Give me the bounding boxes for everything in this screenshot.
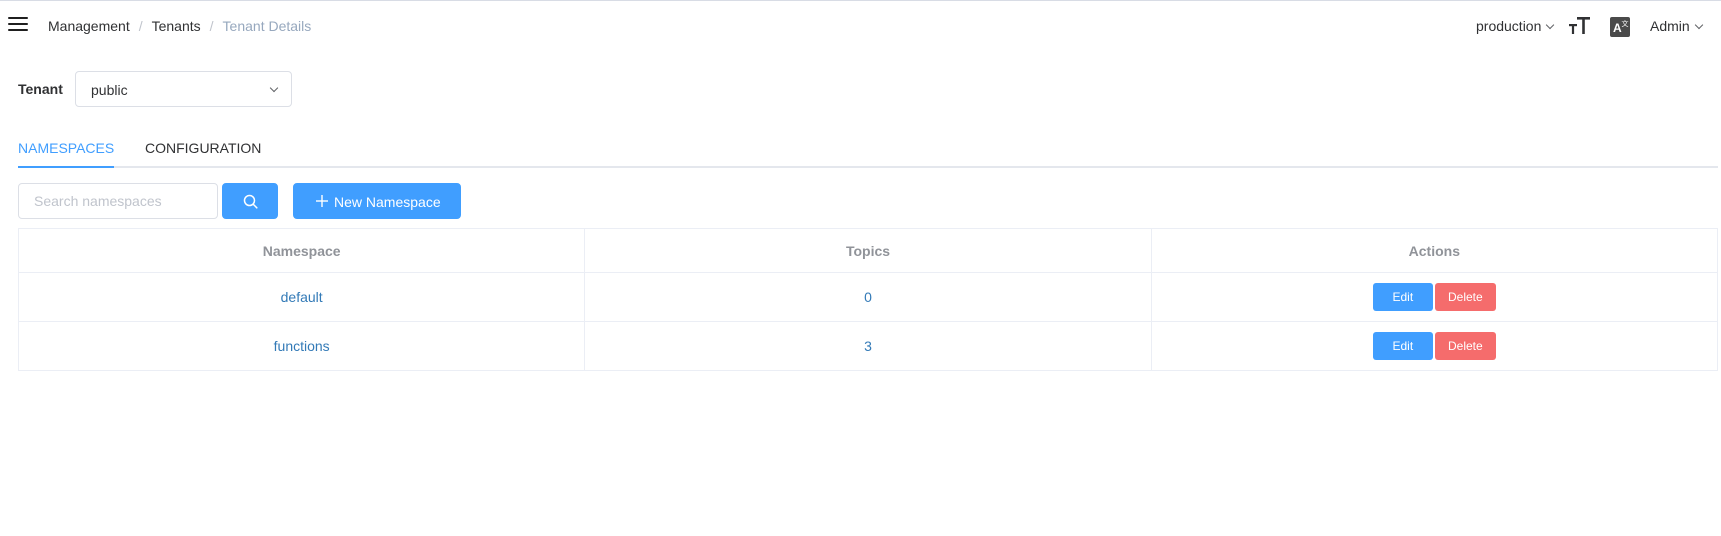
breadcrumb-tenant-details: Tenant Details	[222, 18, 312, 34]
table-row: default 0 Edit Delete	[17, 272, 1719, 322]
breadcrumb-management[interactable]: Management	[48, 18, 130, 34]
tab-divider	[18, 166, 1718, 168]
user-name: Admin	[1650, 18, 1690, 34]
search-icon	[243, 194, 258, 209]
environment-dropdown[interactable]: production	[1476, 18, 1555, 34]
tenant-label: Tenant	[18, 81, 63, 97]
breadcrumb: Management / Tenants / Tenant Details	[48, 18, 311, 34]
namespace-cell: default	[17, 272, 586, 322]
breadcrumb-tenants[interactable]: Tenants	[152, 18, 201, 34]
language-icon[interactable]: A 文	[1610, 17, 1630, 37]
tab-bar: NAMESPACES CONFIGURATION	[18, 126, 1718, 168]
active-tab-indicator	[18, 166, 114, 168]
column-header-topics: Topics	[584, 228, 1152, 273]
table-header-row: Namespace Topics Actions	[17, 228, 1719, 273]
actions-cell: Edit Delete	[1150, 272, 1719, 322]
tab-configuration[interactable]: CONFIGURATION	[145, 140, 261, 156]
topics-link[interactable]: 3	[864, 338, 872, 354]
navbar: Management / Tenants / Tenant Details produc…	[0, 1, 1721, 51]
namespace-cell: functions	[17, 321, 586, 371]
svg-text:文: 文	[1622, 19, 1629, 28]
actions-cell: Edit Delete	[1150, 321, 1719, 371]
table-row: functions 3 Edit Delete	[17, 321, 1719, 371]
environment-label: production	[1476, 18, 1542, 34]
namespace-link[interactable]: default	[281, 289, 323, 305]
search-button[interactable]	[222, 183, 278, 219]
user-dropdown[interactable]: Admin	[1650, 18, 1703, 34]
namespaces-table: Namespace Topics Actions default 0 Edit D…	[17, 228, 1719, 371]
new-namespace-button[interactable]: New Namespace	[293, 183, 461, 219]
delete-button[interactable]: Delete	[1434, 283, 1496, 311]
column-header-actions: Actions	[1150, 228, 1719, 273]
chevron-down-icon	[1694, 20, 1703, 30]
namespace-link[interactable]: functions	[274, 338, 330, 354]
edit-button[interactable]: Edit	[1372, 283, 1433, 311]
search-input[interactable]	[18, 183, 218, 219]
topics-cell: 3	[584, 321, 1152, 371]
column-header-namespace: Namespace	[17, 228, 586, 273]
tenant-selected-value: public	[91, 82, 128, 98]
new-namespace-label: New Namespace	[334, 194, 441, 210]
breadcrumb-separator: /	[138, 18, 143, 34]
hamburger-menu-icon[interactable]	[8, 16, 28, 32]
tab-namespaces[interactable]: NAMESPACES	[18, 140, 114, 156]
topics-link[interactable]: 0	[864, 289, 872, 305]
delete-button[interactable]: Delete	[1434, 332, 1496, 360]
chevron-down-icon	[1546, 20, 1555, 30]
chevron-down-icon	[269, 83, 279, 93]
topics-cell: 0	[584, 272, 1152, 322]
font-size-icon[interactable]	[1568, 15, 1592, 37]
plus-icon	[316, 195, 328, 207]
tenant-select[interactable]: public	[75, 71, 292, 107]
edit-button[interactable]: Edit	[1372, 332, 1433, 360]
breadcrumb-separator: /	[209, 18, 214, 34]
